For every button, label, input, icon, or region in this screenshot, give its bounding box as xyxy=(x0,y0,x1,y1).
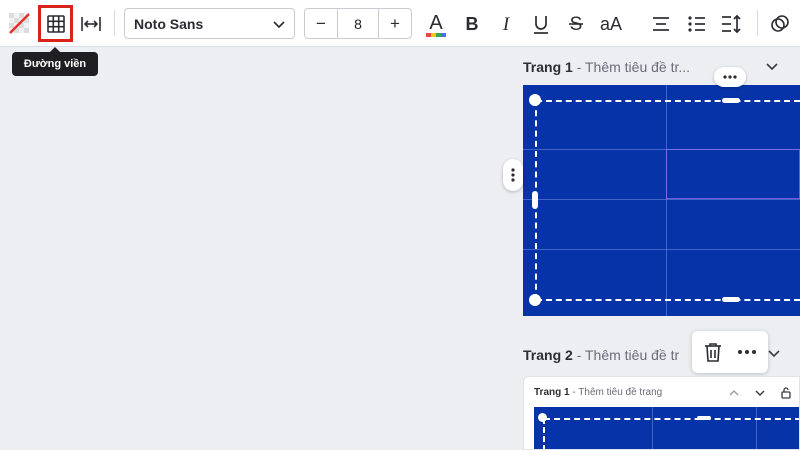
page-1-title-hint[interactable]: - Thêm tiêu đề tr... xyxy=(577,59,690,75)
resize-handle[interactable] xyxy=(529,94,541,106)
page-2-number: Trang 2 xyxy=(523,347,573,363)
bullet-list-icon[interactable] xyxy=(684,11,710,37)
selection-border xyxy=(544,418,799,420)
resize-handle[interactable] xyxy=(722,98,740,103)
bold-icon[interactable]: B xyxy=(460,11,484,37)
page-2-canvas[interactable] xyxy=(534,407,799,449)
chevron-down-icon[interactable] xyxy=(762,58,782,76)
page-1-header: Trang 1 - Thêm tiêu đề tr... xyxy=(523,59,690,75)
text-color-icon[interactable]: A xyxy=(423,9,449,39)
resize-handle[interactable] xyxy=(697,416,711,420)
chevron-up-icon[interactable] xyxy=(727,386,741,400)
transparency-icon[interactable] xyxy=(6,10,32,36)
mini-page-number: Trang 1 xyxy=(534,387,570,398)
table-gridline xyxy=(523,249,800,250)
border-tooltip: Đường viền xyxy=(12,47,98,76)
more-options-icon[interactable] xyxy=(714,67,746,87)
table-cell[interactable] xyxy=(666,149,800,199)
more-options-vertical-icon[interactable] xyxy=(503,159,523,191)
resize-handle[interactable] xyxy=(538,413,547,422)
font-family-value: Noto Sans xyxy=(134,15,204,32)
page-2-title-hint[interactable]: - Thêm tiêu đề tr xyxy=(577,347,679,363)
text-case-button[interactable]: aA xyxy=(596,11,626,37)
mini-page-header: Trang 1 - Thêm tiêu đề trang xyxy=(534,387,662,398)
resize-handle[interactable] xyxy=(529,294,541,306)
underline-icon[interactable] xyxy=(528,11,554,37)
mini-page-title-hint[interactable]: - Thêm tiêu đề trang xyxy=(572,387,662,398)
page-1-number: Trang 1 xyxy=(523,59,573,75)
resize-handle[interactable] xyxy=(532,191,538,209)
svg-text:I: I xyxy=(502,14,511,34)
element-context-menu xyxy=(692,331,768,373)
editor-toolbar: Noto Sans − 8 + A B I S aA xyxy=(0,0,800,47)
svg-text:B: B xyxy=(466,14,479,34)
page-2-card: Trang 1 - Thêm tiêu đề trang xyxy=(523,376,800,450)
selection-border xyxy=(536,299,800,301)
toolbar-divider xyxy=(757,10,758,36)
resize-handle[interactable] xyxy=(722,297,740,302)
page-1-canvas[interactable] xyxy=(523,85,800,316)
decrease-font-size-button[interactable]: − xyxy=(305,9,337,38)
strikethrough-icon[interactable]: S xyxy=(563,11,589,37)
selection-border xyxy=(536,100,800,102)
line-spacing-icon[interactable] xyxy=(718,11,744,37)
lock-icon[interactable] xyxy=(779,385,793,401)
highlight-box xyxy=(38,5,73,42)
table-gridline xyxy=(523,199,800,200)
table-gridline xyxy=(666,85,667,316)
effects-icon[interactable] xyxy=(767,11,793,37)
svg-text:A: A xyxy=(429,12,443,34)
chevron-down-icon[interactable] xyxy=(753,386,767,400)
more-options-icon[interactable] xyxy=(736,343,758,361)
increase-font-size-button[interactable]: + xyxy=(379,9,411,38)
table-gridline xyxy=(756,407,757,449)
spacing-icon[interactable] xyxy=(78,11,104,36)
italic-icon[interactable]: I xyxy=(494,11,518,37)
selection-border xyxy=(543,418,545,449)
page-2-header: Trang 2 - Thêm tiêu đề tr xyxy=(523,347,679,363)
toolbar-divider xyxy=(114,10,115,36)
chevron-down-icon xyxy=(272,17,286,34)
align-center-icon[interactable] xyxy=(648,11,674,37)
chevron-down-icon[interactable] xyxy=(766,346,782,362)
font-size-input[interactable]: 8 xyxy=(337,9,379,38)
trash-icon[interactable] xyxy=(702,340,724,364)
font-size-stepper: − 8 + xyxy=(304,8,412,39)
font-family-select[interactable]: Noto Sans xyxy=(124,8,295,39)
table-gridline xyxy=(652,407,653,449)
